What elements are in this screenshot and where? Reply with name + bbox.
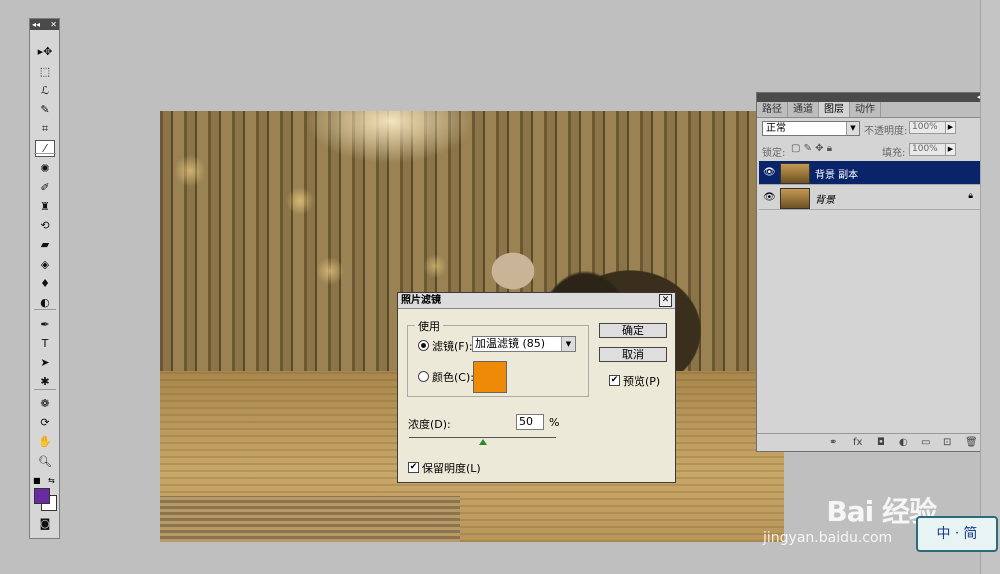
tab-channels[interactable]: 通道	[788, 102, 819, 117]
filter-label: 滤镜(F):	[432, 340, 473, 353]
watermark-stamp: 中ㆍ简	[916, 516, 998, 552]
healing-tool-icon[interactable]: ✺	[35, 160, 55, 177]
close-icon[interactable]: ✕	[50, 19, 57, 30]
opacity-label: 不透明度:	[864, 126, 908, 137]
filter-radio[interactable]	[418, 340, 429, 351]
fill-input[interactable]: 100%	[909, 143, 947, 156]
collapse-icon[interactable]: ◂◂	[32, 19, 40, 30]
blend-mode-select[interactable]: 正常 ▼	[762, 121, 860, 136]
layer-thumbnail	[780, 188, 810, 209]
layers-panel: ◂◂ ✕ 路径 通道 图层 动作 正常 ▼ 不透明度: 100% ▶ 锁定: ▢…	[756, 92, 996, 452]
eye-icon[interactable]: 👁︎	[763, 192, 776, 203]
window-right-edge	[980, 0, 1000, 574]
tab-layers[interactable]: 图层	[819, 102, 850, 117]
hand-tool-icon[interactable]: ✋	[35, 433, 55, 450]
move-tool-icon[interactable]: ▸✥	[35, 43, 55, 60]
eye-icon[interactable]: 👁︎	[763, 167, 776, 178]
fill-label: 填充:	[882, 148, 906, 159]
stamp-tool-icon[interactable]: ♜	[35, 198, 55, 215]
quick-select-tool-icon[interactable]: ✎	[35, 101, 55, 118]
lock-icons[interactable]: ▢ ✎ ✥ 🔒︎	[791, 143, 832, 154]
tab-actions[interactable]: 动作	[850, 102, 881, 117]
trash-icon[interactable]: 🗑︎	[965, 437, 978, 448]
density-label: 浓度(D):	[408, 418, 451, 431]
fill-arrow-icon[interactable]: ▶	[945, 143, 956, 156]
quick-mask-icon[interactable]: ◙	[35, 515, 55, 532]
panel-header: ◂◂ ✕	[757, 93, 995, 102]
default-colors-icon[interactable]: ■	[33, 476, 41, 485]
mask-icon[interactable]: ◘	[877, 437, 885, 448]
new-layer-icon[interactable]: ⊡	[943, 437, 951, 448]
brush-tool-icon[interactable]: ✐	[35, 179, 55, 196]
swap-colors-icon[interactable]: ⇆	[48, 476, 55, 485]
tool-separator	[34, 153, 56, 154]
preserve-luminosity-label: 保留明度(L)	[422, 462, 481, 475]
3d-rotate-tool-icon[interactable]: ❁	[35, 395, 55, 412]
dialog-title-bar: 照片滤镜 ✕	[398, 293, 675, 309]
photo-filter-dialog: 照片滤镜 ✕ 使用 滤镜(F): 加温滤镜 (85) ▼ 颜色(C): 浓度(D…	[397, 292, 676, 483]
group-icon[interactable]: ▭	[921, 437, 930, 448]
layer-name: 背景	[815, 195, 835, 206]
blur-tool-icon[interactable]: ♦	[35, 275, 55, 292]
3d-orbit-tool-icon[interactable]: ⟳	[35, 414, 55, 431]
density-input[interactable]: 50	[516, 414, 544, 430]
preview-checkbox[interactable]: ✔	[609, 375, 620, 386]
use-group-label: 使用	[415, 318, 443, 334]
crop-tool-icon[interactable]: ⌗	[35, 120, 55, 137]
eraser-tool-icon[interactable]: ▰	[35, 236, 55, 253]
adjustment-icon[interactable]: ◐	[899, 437, 908, 448]
color-radio[interactable]	[418, 371, 429, 382]
bucket-tool-icon[interactable]: ◈	[35, 256, 55, 273]
chevron-down-icon[interactable]: ▼	[561, 337, 575, 351]
filter-select[interactable]: 加温滤镜 (85) ▼	[472, 336, 576, 352]
blend-mode-value: 正常	[766, 123, 786, 134]
history-brush-tool-icon[interactable]: ⟲	[35, 217, 55, 234]
chevron-down-icon[interactable]: ▼	[846, 122, 859, 135]
lock-label: 锁定:	[762, 148, 786, 159]
fx-icon[interactable]: fx	[853, 437, 862, 448]
eyedropper-tool-icon[interactable]: ⁄	[35, 140, 55, 157]
dialog-close-button[interactable]: ✕	[659, 294, 672, 307]
watermark-url: jingyan.baidu.com	[763, 530, 893, 546]
marquee-tool-icon[interactable]: ⬚	[35, 63, 55, 80]
path-select-tool-icon[interactable]: ➤	[35, 354, 55, 371]
layers-footer: ⚭ fx ◘ ◐ ▭ ⊡ 🗑︎	[757, 433, 995, 451]
tab-paths[interactable]: 路径	[757, 102, 788, 117]
density-slider-thumb[interactable]	[478, 439, 487, 445]
link-icon[interactable]: ⚭	[829, 437, 837, 448]
layer-background[interactable]: 👁︎ 背景 🔒︎	[759, 186, 985, 210]
dialog-title: 照片滤镜	[401, 295, 441, 306]
preserve-luminosity-checkbox[interactable]: ✔	[408, 462, 419, 473]
shape-tool-icon[interactable]: ✱	[35, 373, 55, 390]
lock-icon: 🔒︎	[968, 191, 973, 201]
layer-background-copy[interactable]: 👁︎ 背景 副本	[759, 161, 985, 185]
layer-thumbnail	[780, 163, 810, 184]
cancel-button[interactable]: 取消	[599, 347, 667, 362]
foreground-color-swatch[interactable]	[34, 488, 50, 504]
toolbox-header: ◂◂ ✕	[30, 19, 59, 30]
type-tool-icon[interactable]: T	[35, 335, 55, 352]
opacity-arrow-icon[interactable]: ▶	[945, 121, 956, 134]
filter-select-value: 加温滤镜 (85)	[475, 337, 546, 350]
lasso-tool-icon[interactable]: ℒ	[35, 82, 55, 99]
density-unit: %	[549, 416, 560, 429]
preview-label: 预览(P)	[623, 375, 661, 388]
filter-color-swatch[interactable]	[473, 361, 507, 393]
tool-separator	[34, 309, 56, 310]
panel-tabs: 路径 通道 图层 动作	[757, 102, 995, 118]
zoom-tool-icon[interactable]: 🔍︎	[35, 453, 55, 470]
pen-tool-icon[interactable]: ✒	[35, 316, 55, 333]
color-label: 颜色(C):	[432, 371, 474, 384]
tool-separator	[34, 389, 56, 390]
density-slider-track[interactable]	[409, 437, 556, 438]
tools-panel: ◂◂ ✕ ▸✥ ⬚ ℒ ✎ ⌗ ⁄ ✺ ✐ ♜ ⟲ ▰ ◈ ♦ ◐ ✒ T ➤ ✱ ❁ ⟳ ✋ 🔍︎ ■ ⇆ ◙	[29, 18, 60, 539]
canvas-bench	[160, 496, 460, 542]
opacity-input[interactable]: 100%	[909, 121, 947, 134]
layer-name: 背景 副本	[815, 170, 859, 181]
ok-button[interactable]: 确定	[599, 323, 667, 338]
